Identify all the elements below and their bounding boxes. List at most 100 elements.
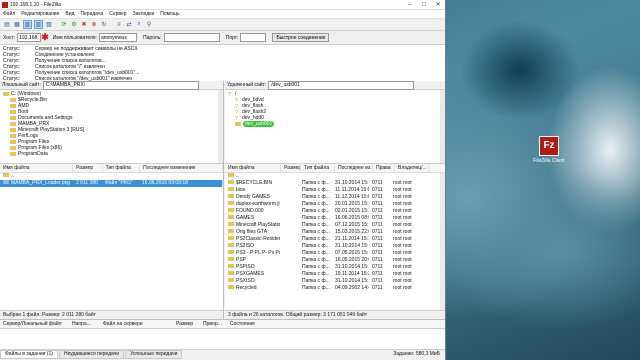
file-cell (73, 173, 102, 180)
file-row[interactable]: Dendy GAMES Папка с ф... 11.12.2014 15:040… (225, 194, 445, 201)
maximize-icon[interactable]: □ (417, 2, 431, 8)
menu-item[interactable]: Передача (77, 11, 106, 17)
column-header[interactable]: Последнее из... (335, 164, 373, 172)
queue-column-header[interactable]: Состояние (227, 321, 290, 327)
queue-tab[interactable]: Файлы в задании (1) (0, 349, 58, 359)
port-input[interactable] (240, 33, 267, 42)
menu-item[interactable]: Закладки (130, 11, 158, 17)
file-cell (280, 250, 299, 257)
remote-tree[interactable]: ? /? dev_bdvd? dev_flash? dev_flash2? dev_hdd… (225, 90, 445, 164)
file-cell: MAMBA_PRX_Loader.pkg (0, 180, 73, 187)
column-header[interactable]: Тип файла (301, 164, 335, 172)
file-row[interactable]: bios Папка с ф... 11.11.2014 15:060711 root… (225, 187, 445, 194)
toggle-remote-tree-icon[interactable]: ▥ (34, 20, 43, 29)
file-row[interactable]: Orig files GTA Папка с ф... 15.03.2015 22:… (225, 229, 445, 236)
menu-item[interactable]: Редактирование (18, 11, 62, 17)
column-header[interactable]: Последнее изменение (140, 164, 223, 172)
queue-column-header[interactable]: Напра... (69, 321, 100, 327)
desktop-icon-label: FileZilla Client (533, 158, 565, 164)
local-tree[interactable]: C: (Windows) $Recycle.Bin AMD Boot Documents… (0, 90, 223, 164)
cancel-icon[interactable]: ✖ (80, 21, 88, 29)
file-cell: root root (393, 215, 412, 221)
toggle-queue-icon[interactable]: ▧ (45, 21, 53, 29)
file-cell: 21.11.2014 15:18 (335, 236, 369, 242)
file-row[interactable]: Recycled Папка с ф... 04.09.2002 14:440711… (225, 285, 445, 292)
host-input[interactable] (17, 33, 42, 42)
menu-item[interactable]: Вид (62, 11, 77, 17)
file-row[interactable]: PSPISO Папка с ф... 31.10.2014 15:180711 ro… (225, 264, 445, 271)
file-row[interactable]: .. (0, 173, 223, 180)
file-row[interactable]: PSXISO Папка с ф... 31.10.2014 15:180711 ro… (225, 278, 445, 285)
file-row[interactable]: PSXGAMES Папка с ф... 19.11.2014 15:200711… (225, 271, 445, 278)
toggle-tree-icon[interactable]: ▥ (23, 20, 32, 29)
reconnect-icon[interactable]: ↻ (100, 21, 108, 29)
column-header[interactable]: Владелец/... (395, 164, 429, 172)
file-row[interactable]: MAMBA_PRX_Loader.pkg 2 011 280 Файл "PKG" 1… (0, 180, 223, 187)
file-row[interactable]: $RECYCLE.BIN Папка с ф... 31.10.2014 15:18… (225, 180, 445, 187)
file-row[interactable]: PSP Папка с ф... 16.05.2015 20:040711 root … (225, 257, 445, 264)
tree-node[interactable]: dev_usb001 (228, 121, 445, 127)
column-header[interactable]: Имя файла (0, 164, 73, 172)
menu-item[interactable]: Сервер (106, 11, 129, 17)
password-input[interactable] (163, 33, 220, 42)
minimize-icon[interactable]: – (403, 2, 417, 8)
queue-column-header[interactable]: Файл на сервере (100, 321, 173, 327)
remote-path-input[interactable] (268, 80, 415, 90)
disconnect-icon[interactable]: ⊗ (90, 21, 98, 29)
filezilla-window: 192.168.1.10 - FileZilla – □ ✕ Файл Редак… (0, 0, 446, 360)
process-queue-icon[interactable]: ⚙ (70, 21, 78, 29)
local-path-input[interactable] (42, 80, 199, 90)
file-row[interactable]: PS2Classic-ResidentE... Папка с ф... 21.11… (225, 236, 445, 243)
file-cell: FOUND.000 (225, 208, 280, 215)
column-header[interactable]: Права (373, 164, 395, 172)
file-cell: Папка с ф... (302, 208, 330, 214)
file-row[interactable]: Minecraft PlayStation... Папка с ф... 07.1… (225, 222, 445, 229)
column-header[interactable]: Тип файла (103, 164, 141, 172)
column-header[interactable]: Размер (281, 164, 301, 172)
menu-item[interactable]: Помощь (157, 11, 182, 17)
remote-tree-scrollbar[interactable] (440, 90, 445, 163)
close-icon[interactable]: ✕ (431, 1, 445, 8)
queue-tab[interactable]: Успешные передачи (125, 349, 183, 359)
file-row[interactable]: duplex-earthworm.ji... Папка с ф... 20.01.… (225, 201, 445, 208)
file-cell: Папка с ф... (302, 194, 330, 200)
file-cell: PSXISO (225, 278, 280, 285)
file-row[interactable]: GAMES Папка с ф... 16.06.2015 08:080711 roo… (225, 215, 445, 222)
file-cell: 31.10.2014 15:18 (335, 264, 369, 270)
file-cell (280, 271, 299, 278)
file-row[interactable]: PS2ISO Папка с ф... 31.10.2014 15:180711 ro… (225, 243, 445, 250)
folder-icon (228, 215, 234, 219)
compare-icon[interactable]: ≡ (115, 21, 123, 29)
file-row[interactable]: .. (225, 173, 445, 180)
queue-column-header[interactable]: Приор... (200, 321, 227, 327)
column-header[interactable]: Имя файла (225, 164, 281, 172)
tree-node[interactable]: ProgramData (3, 151, 223, 157)
file-row[interactable]: PS3 - P PL P- Ps Ps Папка с ф... 07.05.201… (225, 250, 445, 257)
folder-icon (228, 201, 234, 205)
file-cell: 11.12.2014 15:04 (335, 194, 369, 200)
user-input[interactable] (98, 33, 137, 42)
search-icon[interactable]: ⌕ (135, 21, 143, 29)
file-cell: .. (225, 173, 280, 180)
binoculars-icon[interactable]: ⚲ (145, 21, 153, 29)
folder-icon (228, 236, 234, 240)
folder-icon (235, 122, 241, 126)
refresh-icon[interactable]: ⟳ (60, 21, 68, 29)
column-header[interactable]: Размер (73, 164, 103, 172)
site-manager-icon[interactable]: ▤ (3, 21, 11, 29)
sync-browse-icon[interactable]: ⇄ (125, 21, 133, 29)
queue-tab[interactable]: Неудавшиеся передачи (58, 349, 125, 359)
queue-list[interactable] (0, 329, 445, 349)
desktop-filezilla-shortcut[interactable]: Fz FileZilla Client (532, 136, 566, 164)
unknown-folder-icon: ? (235, 110, 238, 116)
file-cell: root root (393, 264, 412, 270)
local-tree-scrollbar[interactable] (218, 90, 223, 163)
queue-column-header[interactable]: Сервер/Локальный файл (0, 321, 69, 327)
file-cell: Папка с ф... (302, 271, 330, 277)
toggle-log-icon[interactable]: ▦ (13, 21, 21, 29)
quickconnect-button[interactable]: Быстрое соединение (272, 33, 330, 42)
remote-list-scrollbar[interactable] (440, 173, 445, 315)
menu-item[interactable]: Файл (0, 11, 18, 17)
file-row[interactable]: FOUND.000 Папка с ф... 02.01.2015 15:30071… (225, 208, 445, 215)
queue-column-header[interactable]: Размер (173, 321, 200, 327)
